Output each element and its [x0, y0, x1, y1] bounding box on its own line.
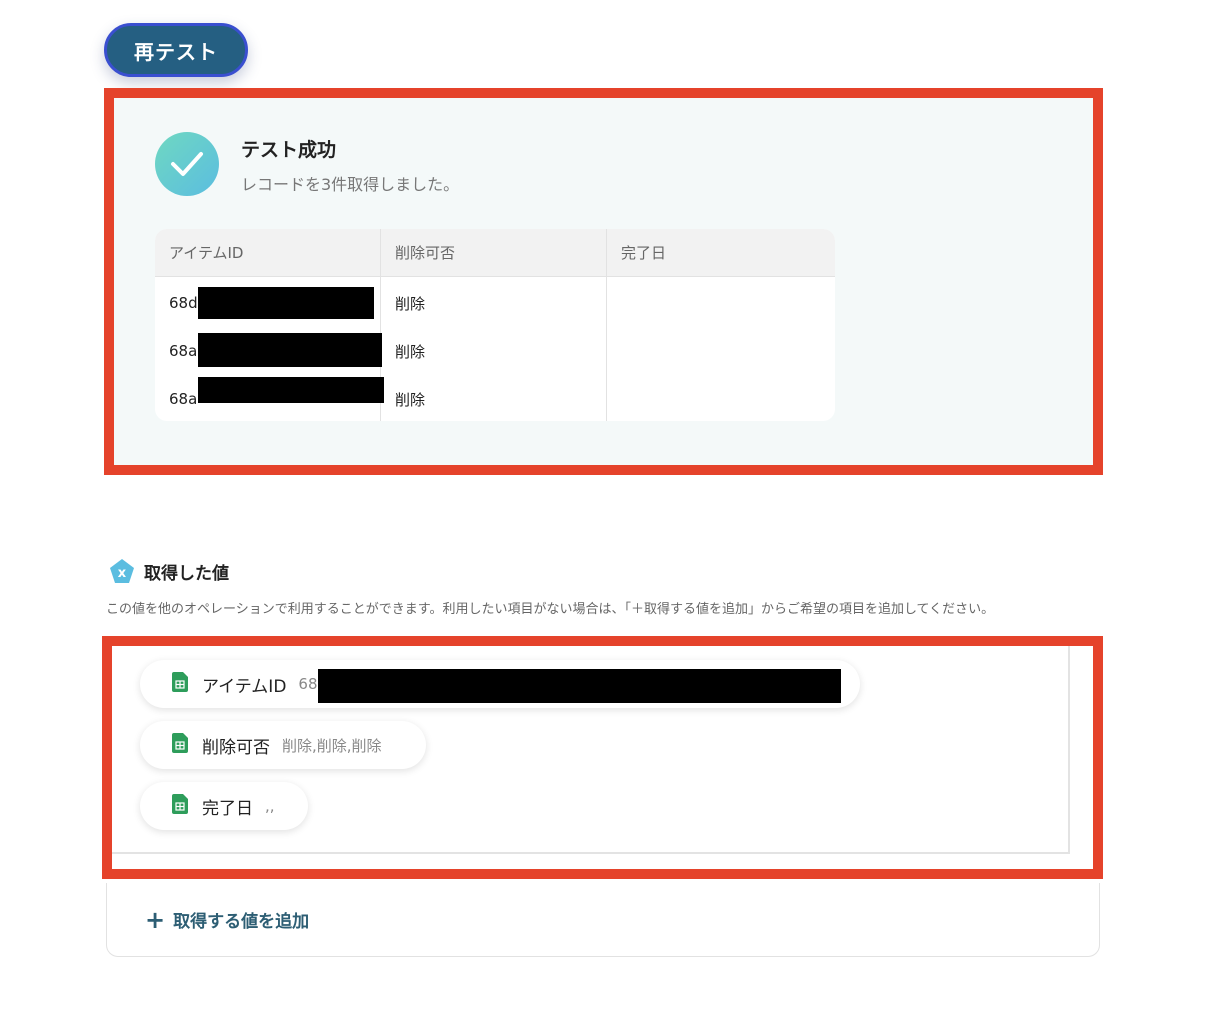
svg-text:x: x [118, 566, 127, 581]
add-value-button[interactable]: + 取得する値を追加 [145, 905, 310, 934]
table-cell [607, 327, 835, 375]
values-section-header: x 取得した値 [108, 557, 229, 585]
column-header: 完了日 [621, 244, 667, 262]
value-chip-done-date[interactable]: 完了日 ,, [140, 782, 308, 830]
id-column: 68d 68a 68a [155, 277, 384, 421]
redaction-block [198, 377, 384, 403]
values-title: 取得した値 [144, 563, 229, 584]
chip-value: 削除,削除,削除 [282, 736, 382, 755]
table-cell [607, 375, 835, 421]
variable-icon: x [108, 557, 136, 585]
spreadsheet-icon [172, 733, 188, 757]
table-cell: 68a [155, 327, 382, 375]
add-value-label: 取得する値を追加 [173, 912, 310, 932]
chip-label: アイテムID [202, 676, 287, 697]
result-subtitle: レコードを3件取得しました。 [241, 175, 460, 194]
add-value-panel: + 取得する値を追加 [106, 883, 1100, 957]
table-cell: 68a [155, 375, 384, 421]
result-table: アイテムID 削除可否 完了日 68d 68a 68a 削除 削除 削除 [155, 229, 835, 421]
chip-value: 68 [298, 675, 318, 693]
delete-column: 削除 削除 削除 [381, 277, 607, 421]
plus-icon: + [145, 905, 166, 934]
spreadsheet-icon [172, 672, 188, 696]
chip-label: 削除可否 [202, 737, 270, 758]
redaction-block [198, 333, 382, 367]
redaction-block [318, 669, 841, 703]
redaction-block [198, 287, 374, 319]
item-id-value: 68d [169, 294, 198, 312]
chip-label: 完了日 [202, 798, 253, 819]
item-id-value: 68a [169, 390, 198, 408]
value-chip-item-id[interactable]: アイテムID 68 [140, 660, 860, 708]
column-header: アイテムID [155, 229, 381, 276]
table-header: アイテムID 削除可否 完了日 [155, 229, 835, 277]
value-chip-delete-flag[interactable]: 削除可否 削除,削除,削除 [140, 721, 426, 769]
check-circle-icon [155, 132, 219, 196]
item-id-value: 68a [169, 342, 198, 360]
retest-button[interactable]: 再テスト [104, 23, 248, 77]
table-cell: 削除 [395, 390, 426, 409]
column-header: 削除可否 [381, 229, 607, 276]
table-cell: 68d [155, 279, 380, 327]
spreadsheet-icon [172, 794, 188, 818]
table-cell: 削除 [395, 294, 426, 313]
values-description: この値を他のオペレーションで利用することができます。利用したい項目がない場合は、… [106, 602, 995, 617]
table-cell [607, 279, 835, 327]
done-column [607, 277, 835, 421]
table-cell: 削除 [395, 342, 426, 361]
chip-value: ,, [265, 797, 275, 815]
result-title: テスト成功 [241, 139, 337, 161]
